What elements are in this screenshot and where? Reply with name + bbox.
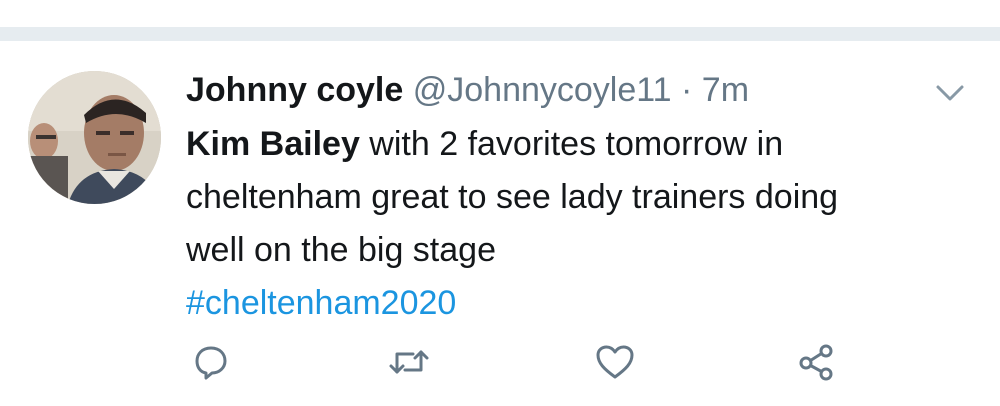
tweet-text-line-1-rest: with 2 favorites tomorrow in (359, 125, 784, 163)
tweet-header: Johnny coyle @Johnnycoyle11 · 7m (186, 69, 749, 111)
avatar[interactable] (28, 71, 161, 204)
display-name[interactable]: Johnny coyle (186, 71, 403, 109)
tweet-text: Kim Bailey with 2 favorites tomorrow in … (186, 118, 976, 330)
tweet-card[interactable]: Johnny coyle @Johnnycoyle11 · 7m Kim Bai… (0, 41, 1000, 406)
tweet-text-line-3: well on the big stage (186, 231, 496, 269)
retweet-icon[interactable] (386, 339, 432, 385)
chevron-down-icon[interactable] (932, 81, 968, 105)
hashtag-link[interactable]: #cheltenham2020 (186, 284, 456, 322)
top-bar (0, 0, 1000, 30)
user-handle[interactable]: @Johnnycoyle11 (413, 71, 672, 109)
share-icon[interactable] (794, 339, 840, 385)
avatar-photo (28, 71, 161, 204)
reply-icon[interactable] (188, 339, 234, 385)
separator-dot: · (681, 71, 693, 109)
timeline-divider (0, 27, 1000, 41)
mentioned-name: Kim Bailey (186, 125, 360, 163)
tweet-text-line-2: cheltenham great to see lady trainers do… (186, 178, 839, 216)
tweet-actions (0, 339, 1000, 389)
heart-icon[interactable] (592, 339, 638, 385)
timestamp[interactable]: 7m (702, 71, 749, 109)
tweet-text-line-1: Kim Bailey with 2 favorites tomorrow in (186, 118, 976, 171)
